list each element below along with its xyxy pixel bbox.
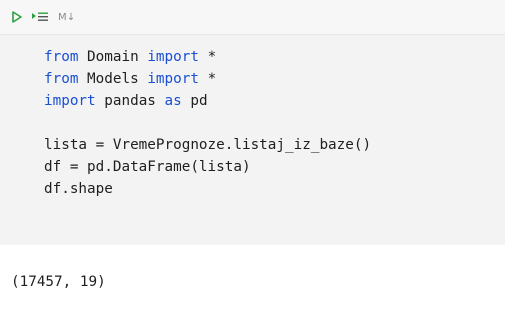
run-by-line-button[interactable] [31, 7, 49, 27]
code-line-5: lista = VremePrognoze.listaj_iz_baze() [44, 137, 372, 153]
keyword: import [44, 93, 96, 109]
keyword: from [44, 71, 79, 87]
cell-output: (17457, 19) [11, 274, 106, 290]
keyword: import [147, 49, 199, 65]
code-line-2: from Models import * [44, 68, 371, 90]
code-text: Domain [78, 49, 148, 65]
code-line-7: df.shape [44, 181, 113, 197]
code-text: pd [181, 93, 208, 109]
run-cell-button[interactable] [10, 7, 24, 27]
code-text: Models [78, 71, 148, 87]
cell-toolbar: M↓ [0, 0, 505, 34]
code-editor[interactable]: from Domain import * from Models import … [0, 34, 505, 245]
code-text: * [198, 49, 217, 65]
keyword: import [147, 71, 199, 87]
play-icon [12, 11, 22, 23]
code-content: from Domain import * from Models import … [44, 46, 371, 200]
keyword: from [44, 49, 79, 65]
code-line-1: from Domain import * [44, 46, 371, 68]
code-line-3: import pandas as pd [44, 90, 371, 112]
markdown-toggle-button[interactable]: M↓ [58, 7, 76, 27]
code-text: * [198, 71, 217, 87]
code-line-6: df = pd.DataFrame(lista) [44, 159, 251, 175]
code-text: pandas [95, 93, 165, 109]
keyword: as [164, 93, 182, 109]
notebook-cell: M↓ from Domain import * from Models impo… [0, 0, 505, 310]
run-above-icon [32, 12, 48, 21]
